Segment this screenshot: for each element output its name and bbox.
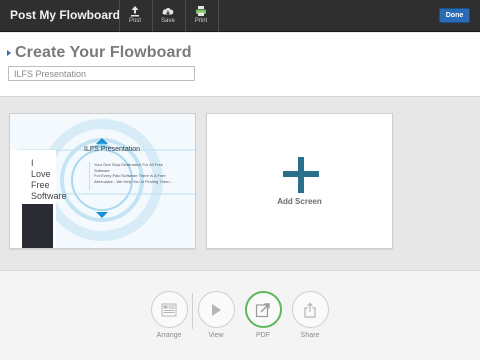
pdf-label: PDF (256, 332, 270, 339)
bottom-toolbar: Arrange View PDF Share (0, 270, 480, 360)
print-label: Print (194, 18, 208, 24)
add-screen-card[interactable]: Add Screen (206, 113, 393, 249)
view-label: View (208, 332, 224, 339)
cloud-save-icon (162, 8, 174, 15)
arrange-label: Arrange (156, 332, 182, 339)
done-button[interactable]: Done (439, 8, 470, 23)
print-button[interactable]: Print (184, 0, 218, 32)
thumbnail-word: Software (31, 191, 67, 201)
pdf-button[interactable]: PDF (243, 291, 283, 339)
plus-icon (283, 157, 319, 193)
post-button[interactable]: Post (118, 0, 152, 32)
thumbnail-text-line: Your One Stop Destination For All Free S… (94, 162, 163, 173)
arrange-button-circle (150, 291, 188, 328)
upload-icon (131, 6, 139, 17)
bottom-toolbar-divider (192, 293, 193, 329)
save-button[interactable]: Save (151, 0, 185, 32)
thumbnail-photo (22, 204, 53, 248)
thumbnail-word: Free (31, 180, 50, 190)
flowboard-canvas: I Love Free Software ILFS Presentation Y… (0, 98, 480, 270)
share-button-circle (291, 291, 329, 328)
arrange-button[interactable]: Arrange (149, 291, 189, 339)
save-label: Save (161, 18, 175, 24)
top-bar: Post My Flowboard Post Save Print Done (0, 0, 480, 32)
thumbnail-text-line: For Every Paid Software There Is A Free … (94, 173, 173, 184)
share-icon (304, 302, 316, 318)
title-row: Create Your Flowboard (7, 44, 192, 62)
view-button[interactable]: View (196, 291, 236, 339)
toolbar-divider (218, 0, 219, 32)
pdf-button-circle (244, 291, 282, 328)
thumbnail-word: I (31, 158, 34, 168)
screen-thumbnail: I Love Free Software ILFS Presentation Y… (10, 114, 195, 248)
post-label: Post (128, 18, 141, 24)
add-screen-label: Add Screen (277, 197, 322, 206)
thumbnail-text-box: Your One Stop Destination For All Free S… (89, 162, 177, 190)
pdf-export-icon (255, 302, 270, 317)
screen-thumbnail-card[interactable]: I Love Free Software ILFS Presentation Y… (9, 113, 196, 249)
flowboard-name-input[interactable] (8, 66, 195, 81)
app-title: Post My Flowboard (10, 8, 121, 22)
disclosure-triangle-icon (7, 50, 11, 56)
page-title: Create Your Flowboard (15, 44, 192, 61)
thumbnail-word: Love (31, 169, 51, 179)
printer-icon (196, 6, 206, 16)
header-area: Create Your Flowboard (0, 33, 480, 97)
thumbnail-title: ILFS Presentation (84, 146, 141, 153)
play-icon (212, 303, 221, 316)
arrange-icon (161, 303, 177, 316)
share-label: Share (300, 332, 320, 339)
view-button-circle (197, 291, 235, 328)
share-button[interactable]: Share (290, 291, 330, 339)
